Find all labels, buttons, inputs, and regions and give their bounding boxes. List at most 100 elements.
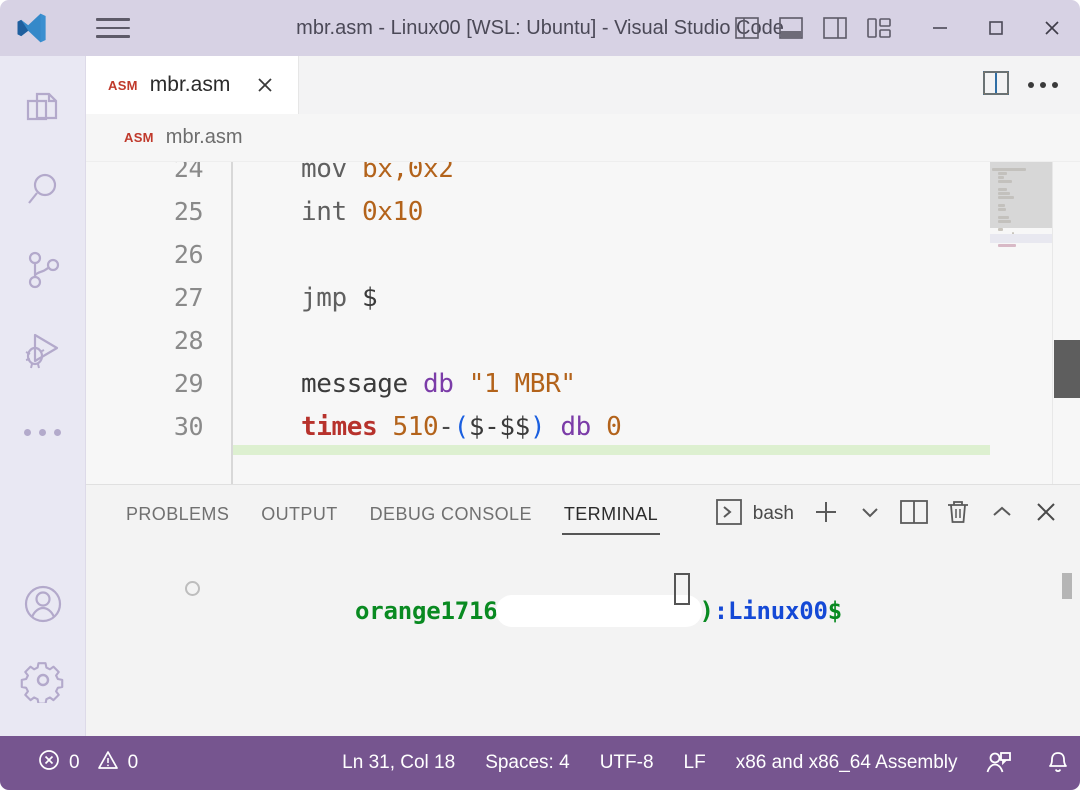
panel-tab-output[interactable]: OUTPUT — [245, 485, 353, 543]
code-line: int 0x10 — [301, 197, 423, 227]
gear-icon — [20, 657, 66, 708]
split-panel-icon — [899, 499, 929, 530]
toggle-panel-icon[interactable] — [776, 13, 806, 43]
chevron-down-icon — [859, 501, 881, 528]
line-number: 28 — [173, 326, 204, 355]
live-share-person-icon[interactable] — [970, 749, 1026, 777]
sidebar-item-run-and-debug[interactable] — [0, 316, 86, 388]
hamburger-menu-icon[interactable] — [86, 18, 140, 38]
editor-tab-label: mbr.asm — [149, 73, 231, 96]
editor-scrollbar[interactable] — [1052, 162, 1080, 484]
panel-tab-problems[interactable]: PROBLEMS — [110, 485, 245, 543]
terminal-shell-selector[interactable]: bash — [707, 498, 802, 531]
terminal-chevron-icon — [715, 498, 743, 531]
code-area: 24 25 26 27 28 29 30 mov bx,0x2 int 0x10… — [86, 162, 1080, 484]
ellipsis-icon[interactable] — [1028, 82, 1058, 88]
sidebar-item-search[interactable] — [0, 156, 86, 228]
maximize-icon[interactable] — [968, 0, 1024, 56]
minimap-line — [998, 244, 1016, 247]
sidebar-item-more-views[interactable] — [24, 396, 61, 468]
layout-controls — [732, 13, 912, 43]
status-encoding[interactable]: UTF-8 — [588, 752, 666, 774]
tab-bar-filler — [299, 56, 982, 114]
close-icon[interactable] — [1024, 0, 1080, 56]
code-token: ( — [453, 412, 470, 442]
title-bar: mbr.asm - Linux00 [WSL: Ubuntu] - Visual… — [0, 0, 1080, 56]
code-line: message db "1 MBR" — [301, 369, 576, 399]
redaction-blob — [495, 595, 702, 627]
activity-bar — [0, 56, 86, 736]
code-token: - — [438, 412, 454, 442]
maximize-panel-button[interactable] — [982, 494, 1022, 534]
minimize-icon[interactable] — [912, 0, 968, 56]
line-number-gutter: 24 25 26 27 28 29 30 — [86, 162, 231, 484]
code-editor[interactable]: 24 25 26 27 28 29 30 mov bx,0x2 int 0x10… — [86, 162, 1080, 484]
minimap-slider[interactable] — [990, 162, 1052, 228]
code-token: int — [301, 197, 363, 227]
panel-tab-debug-console[interactable]: DEBUG CONSOLE — [354, 485, 548, 543]
terminal-user: orange1716 — [355, 597, 498, 625]
code-token: times — [301, 412, 393, 442]
toggle-primary-sidebar-icon[interactable] — [732, 13, 762, 43]
asm-file-icon: ASM — [108, 77, 138, 93]
terminal-prompt-line: orange1716):Linux00$ — [184, 567, 842, 655]
sidebar-item-source-control[interactable] — [0, 236, 86, 308]
split-terminal-button[interactable] — [894, 494, 934, 534]
activity-bar-top — [0, 56, 86, 468]
split-editor-icon[interactable] — [982, 70, 1010, 101]
sidebar-item-explorer[interactable] — [0, 76, 86, 148]
terminal-profile-dropdown-button[interactable] — [850, 494, 890, 534]
manage-settings-button[interactable] — [0, 646, 86, 718]
terminal-host: :Linux00 — [713, 597, 828, 625]
editor-tab-bar: ASM mbr.asm — [86, 56, 1080, 114]
warning-count: 0 — [127, 752, 139, 773]
error-circle-icon — [38, 749, 60, 777]
chevron-up-icon — [989, 499, 1015, 530]
panel-actions: bash — [707, 494, 1080, 534]
editor-tab-mbr-asm[interactable]: ASM mbr.asm — [86, 56, 300, 114]
status-cursor-position[interactable]: Ln 31, Col 18 — [330, 752, 467, 774]
status-eol[interactable]: LF — [672, 752, 718, 774]
line-number: 26 — [173, 240, 204, 269]
ellipsis-icon — [24, 428, 61, 436]
status-bar-left: 0 0 Ln 31, Col 18 Spaces: 4 UTF-8 LF x86… — [0, 749, 970, 777]
breadcrumb-label: mbr.asm — [165, 126, 243, 148]
source-control-branch-icon — [22, 249, 64, 296]
editor-scrollbar-thumb[interactable] — [1054, 340, 1080, 398]
code-token: message — [301, 369, 424, 399]
status-indentation[interactable]: Spaces: 4 — [473, 752, 582, 774]
window-controls — [912, 0, 1080, 56]
panel-tab-bar: PROBLEMS OUTPUT DEBUG CONSOLE TERMINAL b… — [86, 485, 1080, 543]
activity-bar-bottom — [0, 570, 86, 736]
new-terminal-button[interactable] — [806, 494, 846, 534]
terminal-view[interactable]: orange1716):Linux00$ — [86, 543, 1080, 736]
panel-tab-terminal[interactable]: TERMINAL — [548, 485, 674, 543]
code-token: 0x10 — [362, 197, 424, 227]
status-problems[interactable]: 0 0 — [26, 749, 150, 777]
warning-triangle-icon — [97, 749, 119, 777]
customize-layout-icon[interactable] — [864, 13, 894, 43]
breadcrumb[interactable]: ASM mbr.asm — [86, 114, 1080, 162]
close-panel-button[interactable] — [1026, 494, 1066, 534]
vscode-window: mbr.asm - Linux00 [WSL: Ubuntu] - Visual… — [0, 0, 1080, 790]
run-debug-play-bug-icon — [21, 328, 65, 377]
close-icon[interactable] — [252, 72, 278, 98]
terminal-scrollbar-thumb[interactable] — [1062, 573, 1072, 599]
code-token: 0 — [606, 412, 622, 442]
status-language-mode[interactable]: x86 and x86_64 Assembly — [724, 752, 970, 774]
line-number: 27 — [173, 283, 204, 312]
workbench-body: ASM mbr.asm ASM mbr.asm 24 25 26 27 28 2… — [0, 56, 1080, 736]
code-token: "1 MBR" — [468, 369, 576, 399]
bell-icon[interactable] — [1030, 749, 1080, 777]
plus-icon — [812, 498, 840, 531]
close-icon — [1032, 498, 1060, 531]
accounts-button[interactable] — [0, 570, 86, 642]
toggle-secondary-sidebar-icon[interactable] — [820, 13, 850, 43]
files-icon — [22, 89, 64, 136]
account-person-icon — [20, 581, 66, 632]
bottom-panel: PROBLEMS OUTPUT DEBUG CONSOLE TERMINAL b… — [86, 484, 1080, 736]
code-token: $-$$ — [468, 412, 530, 442]
kill-terminal-button[interactable] — [938, 494, 978, 534]
title-bar-right — [732, 0, 1080, 56]
terminal-shell-name: bash — [752, 503, 794, 524]
